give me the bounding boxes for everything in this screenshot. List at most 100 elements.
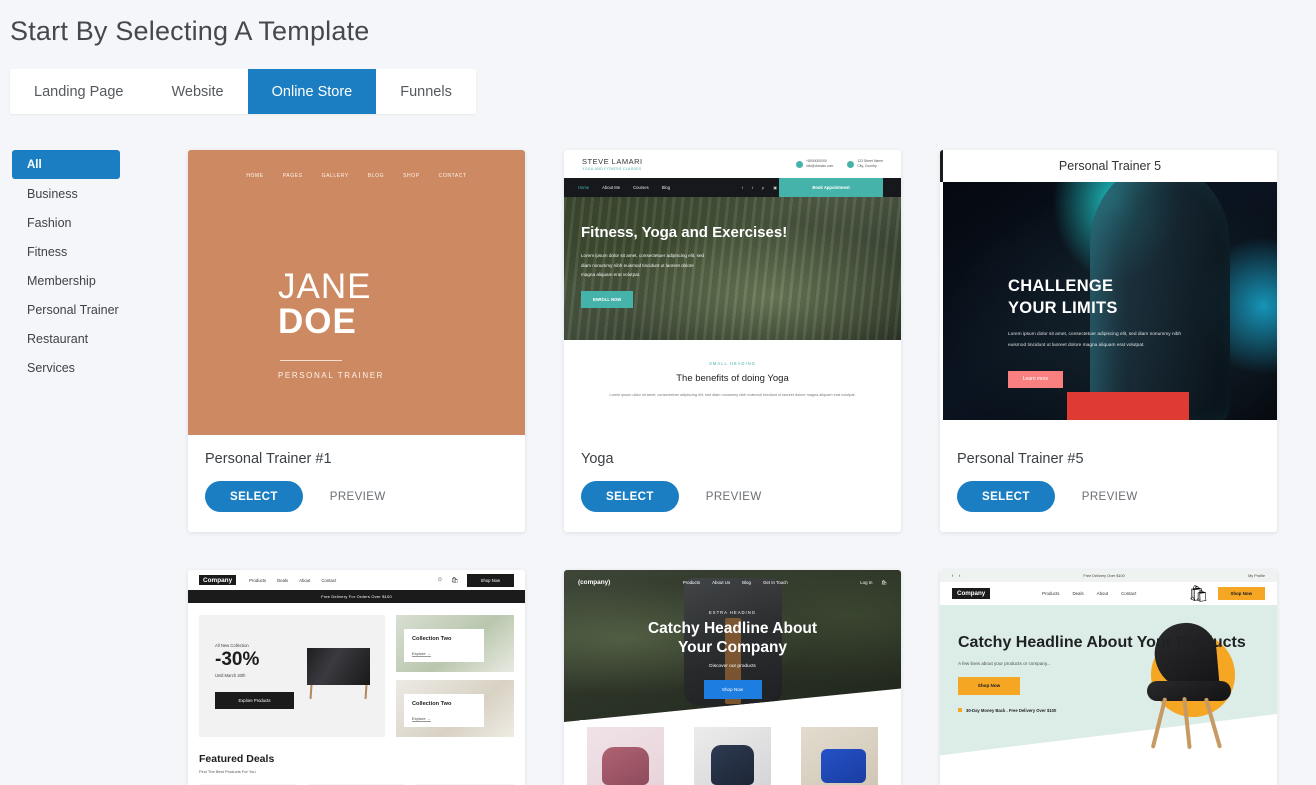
pinterest-icon: p <box>761 185 765 190</box>
preview-product-row <box>580 720 885 785</box>
preview-nav-item: Courses <box>633 185 649 190</box>
template-card[interactable]: Personal Trainer 5 CHALLENGE YOUR LIMITS… <box>940 150 1277 532</box>
preview-nav-item: Products <box>1042 591 1060 596</box>
preview-nav: HOME PAGES GALLERY BLOG SHOP CONTACT <box>188 173 525 179</box>
select-button[interactable]: SELECT <box>581 481 679 512</box>
twitter-icon: t <box>751 185 753 190</box>
preview-hero: CHALLENGE YOUR LIMITS Lorem ipsum dolor … <box>943 182 1277 420</box>
preview-nav-item: BLOG <box>367 173 385 179</box>
preview-nav-item: PAGES <box>282 173 303 179</box>
preview-nav-item: Get In Touch <box>762 580 788 585</box>
preview-button[interactable]: PREVIEW <box>1082 491 1138 503</box>
bag-icon: 🛍 <box>1188 585 1209 603</box>
preview-address-contact: 123 Street Name City, Country <box>847 159 883 169</box>
cart-icon: ▣ <box>773 185 777 190</box>
bag-icon: 🛍 <box>451 577 459 584</box>
template-thumbnail-yoga[interactable]: STEVE LAMARI YOGA AND FITNESS CLASSES +8… <box>564 150 901 435</box>
facebook-icon: f <box>952 574 954 578</box>
preview-collection-title: Collection Two <box>412 636 452 642</box>
preview-product-card <box>794 720 885 785</box>
preview-nav-item: Contact <box>321 577 337 583</box>
tab-website[interactable]: Website <box>148 69 248 114</box>
preview-button[interactable]: PREVIEW <box>330 491 386 503</box>
preview-nav-item: Products <box>682 580 701 585</box>
sidebar-item-personal-trainer[interactable]: Personal Trainer <box>12 295 120 324</box>
preview-nav-item: Deals <box>1072 591 1084 596</box>
tab-online-store[interactable]: Online Store <box>247 69 377 114</box>
preview-nav: (company) Products About Us Blog Get In … <box>564 579 901 586</box>
preview-hero: Fitness, Yoga and Exercises! Lorem ipsum… <box>564 197 901 340</box>
preview-nav-item: About <box>1096 591 1109 596</box>
preview-nav-item: SHOP <box>403 173 420 179</box>
preview-note-text: 30-Day Money Back . Free Delivery Over $… <box>966 707 1057 713</box>
sidebar-item-membership[interactable]: Membership <box>12 266 120 295</box>
preview-nav-item: Deals <box>277 577 289 583</box>
template-type-tabs: Landing Page Website Online Store Funnel… <box>10 69 476 114</box>
preview-shop-button: Shop Now <box>1217 587 1265 600</box>
sidebar-item-all[interactable]: All <box>12 150 120 179</box>
preview-logo: Company <box>952 588 991 599</box>
preview-headline: Catchy Headline About Your Products <box>958 634 1246 651</box>
preview-hero: Catchy Headline About Your Products A fe… <box>940 605 1277 771</box>
preview-paragraph: Lorem ipsum dolor sit amet, consectetuer… <box>1008 331 1182 348</box>
template-card[interactable]: HOME PAGES GALLERY BLOG SHOP CONTACT JAN… <box>188 150 525 532</box>
preview-logo: Company <box>199 575 237 585</box>
preview-featured-sub: Find The Best Products For You <box>199 769 256 774</box>
sidebar-item-business[interactable]: Business <box>12 179 120 208</box>
preview-nav-item: GALLERY <box>321 173 349 179</box>
preview-headline-line1: Catchy Headline About <box>647 620 818 637</box>
template-thumbnail-personal-trainer-1[interactable]: HOME PAGES GALLERY BLOG SHOP CONTACT JAN… <box>188 150 525 435</box>
preview-email: info@domain.com <box>805 164 834 168</box>
template-card[interactable]: Company Products Deals About Contact ☺ 🛍… <box>188 570 525 785</box>
preview-collection-tile: Collection Two Explore → <box>396 615 514 672</box>
template-grid: HOME PAGES GALLERY BLOG SHOP CONTACT JAN… <box>188 150 1298 785</box>
preview-nav-item: Blog <box>742 580 751 585</box>
sidebar-item-restaurant[interactable]: Restaurant <box>12 324 120 353</box>
preview-collection-link: Explore → <box>412 651 431 657</box>
preview-first-name: JANE <box>278 267 372 306</box>
preview-guarantee-note: 30-Day Money Back . Free Delivery Over $… <box>958 708 1246 713</box>
template-thumbnail-company-backpack[interactable]: (company) Products About Us Blog Get In … <box>564 570 901 785</box>
select-button[interactable]: SELECT <box>205 481 303 512</box>
preview-address-line1: 123 Street Name <box>857 158 883 163</box>
template-card[interactable]: (company) Products About Us Blog Get In … <box>564 570 901 785</box>
preview-product-card <box>687 720 778 785</box>
preview-topbar-title: Personal Trainer 5 <box>1058 159 1162 173</box>
sidebar-item-fitness[interactable]: Fitness <box>12 237 120 266</box>
preview-cta-button: Book Appointment <box>779 178 883 197</box>
template-thumbnail-furniture-store[interactable]: Company Products Deals About Contact ☺ 🛍… <box>188 570 525 785</box>
desk-illustration <box>307 648 370 700</box>
preview-subtitle: PERSONAL TRAINER <box>278 371 385 381</box>
preview-offer-button: Explore Products <box>215 691 294 709</box>
preview-social-icons: f t <box>952 574 960 578</box>
tab-landing-page[interactable]: Landing Page <box>10 69 148 114</box>
preview-headline: Fitness, Yoga and Exercises! <box>581 224 788 241</box>
preview-section-title: The benefits of doing Yoga <box>676 373 789 384</box>
sidebar-item-fashion[interactable]: Fashion <box>12 208 120 237</box>
preview-brand-tagline: YOGA AND FITNESS CLASSES <box>582 167 642 171</box>
preview-nav-item: HOME <box>246 173 264 179</box>
preview-offer-big: -30% <box>215 649 260 670</box>
preview-promo-bar: Free Delivery For Orders Over $100 <box>188 590 525 603</box>
preview-headline-line1: CHALLENGE <box>1008 277 1114 295</box>
preview-collection-title: Collection Two <box>412 701 452 707</box>
preview-button[interactable]: PREVIEW <box>706 491 762 503</box>
preview-paragraph: Lorem ipsum dolor sit amet, consectetuer… <box>581 253 705 278</box>
select-button[interactable]: SELECT <box>957 481 1055 512</box>
template-card[interactable]: STEVE LAMARI YOGA AND FITNESS CLASSES +8… <box>564 150 901 532</box>
sidebar-item-services[interactable]: Services <box>12 353 120 382</box>
preview-address-line2: City, Country <box>857 164 877 168</box>
preview-nav-item: Contact <box>1121 591 1137 596</box>
preview-shop-button: Shop Now <box>466 573 514 587</box>
preview-nav: Company Products Deals About Contact 🛍 S… <box>940 582 1277 605</box>
tab-funnels[interactable]: Funnels <box>376 69 476 114</box>
preview-brand: STEVE LAMARI YOGA AND FITNESS CLASSES <box>582 157 643 171</box>
template-thumbnail-personal-trainer-5[interactable]: Personal Trainer 5 CHALLENGE YOUR LIMITS… <box>940 150 1277 435</box>
bullet-icon <box>958 708 962 713</box>
page-title: Start By Selecting A Template <box>10 16 370 46</box>
template-thumbnail-chair-store[interactable]: f t Free Delivery Over $100 My Profile C… <box>940 570 1277 785</box>
preview-hero-button: ENROLL NOW <box>581 290 633 308</box>
preview-section-paragraph: Lorem ipsum dolor sit amet, consectetuer… <box>609 393 856 397</box>
template-card[interactable]: f t Free Delivery Over $100 My Profile C… <box>940 570 1277 785</box>
preview-subtitle: A few lines about your products or compa… <box>958 660 1051 666</box>
